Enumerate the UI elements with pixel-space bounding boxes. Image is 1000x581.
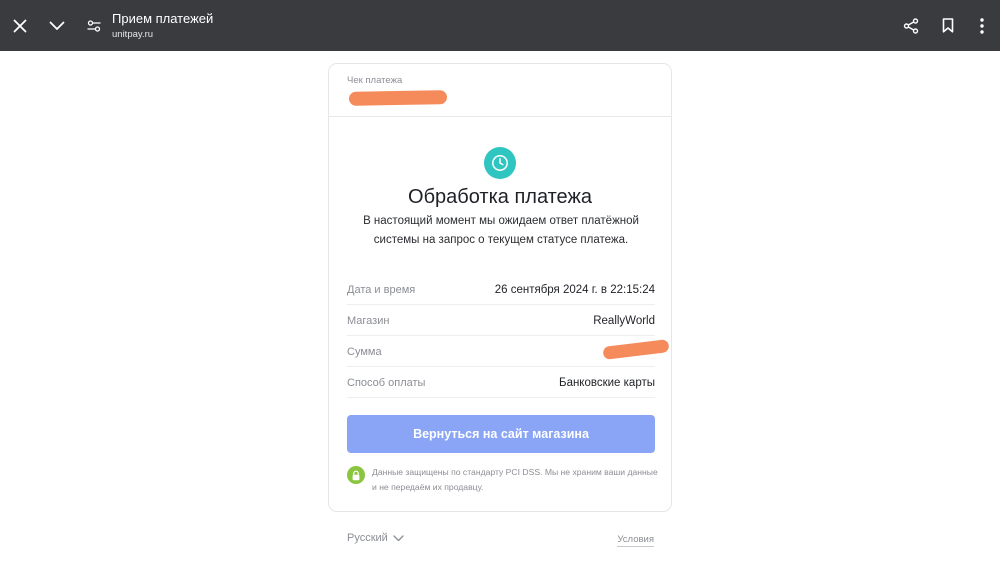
lock-icon [352,470,360,480]
page-title: Прием платежей [112,11,214,26]
status-clock-badge [484,147,516,179]
page-footer: Русский Условия [347,532,654,550]
site-settings-button[interactable] [74,0,114,51]
more-options-button[interactable] [962,0,1000,51]
chevron-down-icon [393,534,404,541]
security-text: Данные защищены по стандарту PCI DSS. Мы… [372,467,658,492]
tune-icon [87,19,101,32]
receipt-header: Чек платежа [329,64,671,117]
detail-key: Магазин [347,314,390,327]
lock-badge [347,466,365,484]
detail-key: Дата и время [347,283,416,296]
language-selector[interactable]: Русский [347,532,404,544]
detail-row-payment-method: Способ оплаты Банковские карты [347,367,655,398]
detail-row-datetime: Дата и время 26 сентября 2024 г. в 22:15… [347,274,655,305]
chevron-down-icon [49,21,65,30]
close-button[interactable] [0,0,40,51]
status-description: В настоящий момент мы ожидаем ответ плат… [363,215,639,246]
more-vertical-icon [980,17,984,34]
browser-toolbar: Прием платежей unitpay.ru [0,0,1000,51]
bookmark-icon [942,18,954,33]
payment-receipt-card: Чек платежа Обработка платежа В настоящи… [328,63,672,512]
language-label: Русский [347,532,388,544]
detail-value: 26 сентября 2024 г. в 22:15:24 [494,283,655,296]
detail-key: Способ оплаты [347,376,426,389]
terms-link[interactable]: Условия [617,534,654,547]
share-button[interactable] [891,0,931,51]
return-to-shop-button[interactable]: Вернуться на сайт магазина [347,415,655,453]
detail-key: Сумма [347,345,382,358]
detail-value: Банковские карты [559,376,655,389]
amount-redacted [602,339,670,360]
status-title: Обработка платежа [408,186,592,208]
payment-details: Дата и время 26 сентября 2024 г. в 22:15… [347,274,670,398]
detail-row-shop: Магазин ReallyWorld [347,305,655,336]
receipt-label: Чек платежа [347,75,403,86]
detail-value: ReallyWorld [593,314,655,327]
minimize-button[interactable] [37,0,77,51]
page-title-block: Прием платежей unitpay.ru [112,11,213,42]
close-icon [13,19,27,32]
detail-row-amount: Сумма [347,336,670,367]
receipt-id-redacted [348,90,448,106]
page-url: unitpay.ru [112,29,154,40]
clock-icon [492,155,508,171]
share-icon [903,17,919,34]
